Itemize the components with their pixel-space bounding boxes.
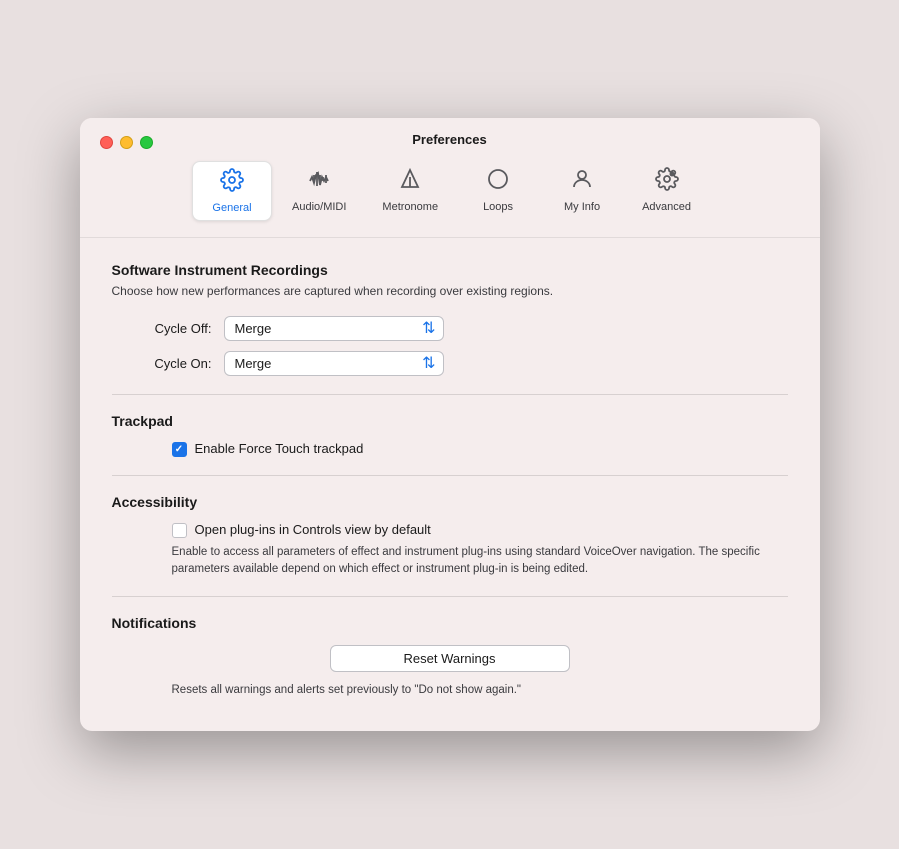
reset-warnings-desc: Resets all warnings and alerts set previ… [172,682,788,699]
tab-loops-label: Loops [483,201,513,213]
software-instrument-section: Software Instrument Recordings Choose ho… [112,262,788,376]
trackpad-title: Trackpad [112,413,788,429]
general-icon [220,168,244,198]
cycle-on-row: Cycle On: Merge Replace Create Takes Tag… [112,351,788,376]
tab-general[interactable]: General [192,161,272,221]
cycle-on-select[interactable]: Merge Replace Create Takes Tag as Alias [224,351,444,376]
tab-metronome[interactable]: Metronome [366,161,454,221]
window-title: Preferences [412,132,486,147]
tabs-bar: General Audio/MIDI Met [192,159,707,229]
software-instrument-desc: Choose how new performances are captured… [112,282,788,300]
notifications-section: Notifications Reset Warnings Resets all … [112,615,788,699]
cycle-off-select-wrapper: Merge Replace Create Takes Tag as Alias … [224,316,444,341]
reset-warnings-row: Reset Warnings [112,645,788,672]
tab-my-info-label: My Info [564,201,600,213]
accessibility-section: Accessibility Open plug-ins in Controls … [112,494,788,579]
minimize-button[interactable] [120,136,133,149]
controls-view-desc: Enable to access all parameters of effec… [172,544,788,579]
controls-view-row: Open plug-ins in Controls view by defaul… [172,522,788,538]
tab-loops[interactable]: Loops [458,161,538,221]
maximize-button[interactable] [140,136,153,149]
notifications-title: Notifications [112,615,788,631]
reset-warnings-button[interactable]: Reset Warnings [330,645,570,672]
cycle-on-label: Cycle On: [112,356,212,371]
tab-advanced[interactable]: Advanced [626,161,707,221]
tab-advanced-label: Advanced [642,201,691,213]
force-touch-label: Enable Force Touch trackpad [195,441,364,456]
audio-midi-icon [307,167,331,197]
tab-metronome-label: Metronome [382,201,438,213]
cycle-off-select[interactable]: Merge Replace Create Takes Tag as Alias [224,316,444,341]
cycle-off-row: Cycle Off: Merge Replace Create Takes Ta… [112,316,788,341]
tab-audio-midi[interactable]: Audio/MIDI [276,161,362,221]
trackpad-section: Trackpad Enable Force Touch trackpad [112,413,788,457]
accessibility-title: Accessibility [112,494,788,510]
cycle-on-select-wrapper: Merge Replace Create Takes Tag as Alias … [224,351,444,376]
software-instrument-title: Software Instrument Recordings [112,262,788,278]
divider-1 [112,394,788,395]
advanced-icon [655,167,679,197]
force-touch-row: Enable Force Touch trackpad [172,441,788,457]
cycle-off-label: Cycle Off: [112,321,212,336]
loops-icon [486,167,510,197]
controls-view-label: Open plug-ins in Controls view by defaul… [195,522,431,537]
tab-general-label: General [212,202,251,214]
preferences-content: Software Instrument Recordings Choose ho… [80,238,820,732]
metronome-icon [398,167,422,197]
close-button[interactable] [100,136,113,149]
divider-3 [112,596,788,597]
traffic-lights [100,136,153,149]
controls-view-checkbox[interactable] [172,523,187,538]
tab-my-info[interactable]: My Info [542,161,622,221]
tab-audio-midi-label: Audio/MIDI [292,201,346,213]
preferences-window: Preferences General [80,118,820,732]
divider-2 [112,475,788,476]
my-info-icon [570,167,594,197]
force-touch-checkbox[interactable] [172,442,187,457]
